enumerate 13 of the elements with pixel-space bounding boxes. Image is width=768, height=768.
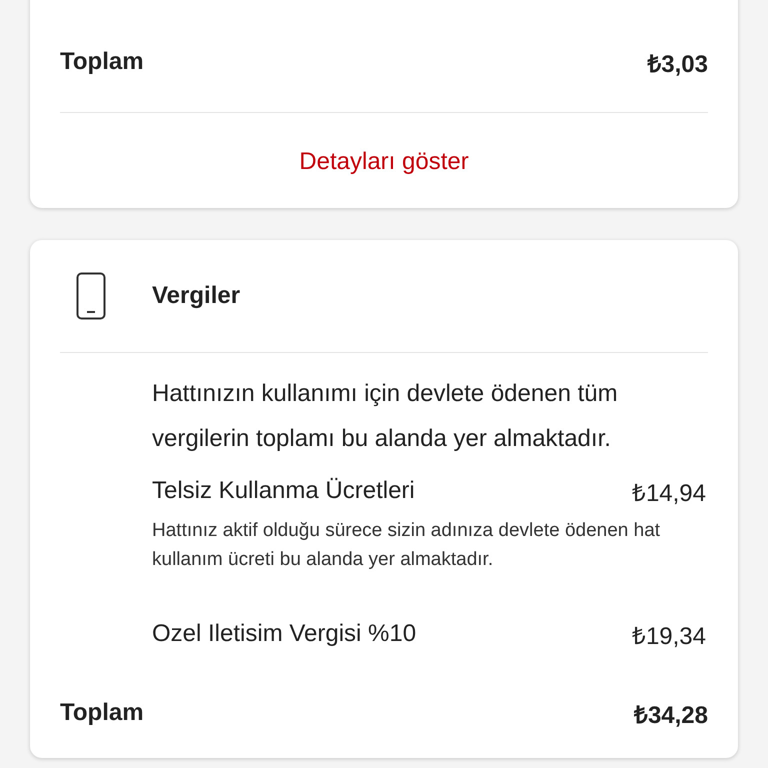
total-amount: ₺34,28 — [634, 700, 708, 730]
tax-note: Hattınız aktif olduğu sürece sizin adınıza devlete ödenen hat kullanım ücreti bu alanda yer almaktadır. — [152, 519, 662, 572]
total-label: Toplam — [60, 48, 144, 76]
tax-name: Ozel Iletisim Vergisi %10 — [152, 620, 416, 648]
show-details-link[interactable]: Detayları göster — [299, 147, 469, 177]
total-amount: ₺3,03 — [647, 50, 708, 78]
tax-name: Telsiz Kullanma Ücretleri — [152, 477, 415, 505]
tax-amount: ₺19,34 — [632, 622, 706, 650]
section-title: Vergiler — [152, 282, 240, 310]
tax-amount: ₺14,94 — [632, 478, 706, 508]
total-label: Toplam — [60, 699, 144, 727]
mobile-phone-icon — [76, 272, 106, 320]
description-text: Hattınızın kullanımı için devlete ödenen tüm vergilerin toplamı bu alanda yer almaktadır. — [152, 379, 619, 454]
